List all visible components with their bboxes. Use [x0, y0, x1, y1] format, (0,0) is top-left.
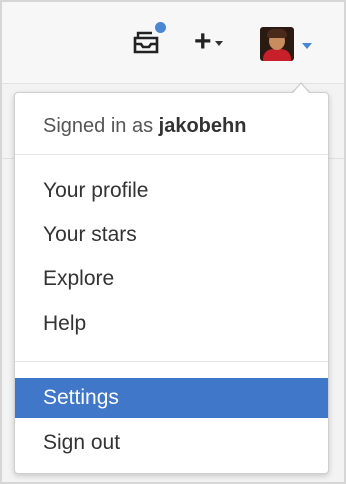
menu-item-your-stars[interactable]: Your stars	[15, 215, 328, 255]
menu-item-sign-out[interactable]: Sign out	[15, 423, 328, 463]
avatar	[260, 27, 294, 61]
app-frame: + Signed in as jakobehn Your profile You…	[2, 2, 344, 482]
plus-icon: +	[194, 25, 212, 58]
menu-item-your-profile[interactable]: Your profile	[15, 171, 328, 211]
dropdown-pointer-fill	[293, 84, 309, 93]
user-menu-button[interactable]	[260, 26, 322, 62]
notifications-button[interactable]	[133, 30, 159, 54]
menu-item-settings[interactable]: Settings	[15, 378, 328, 418]
menu-item-explore[interactable]: Explore	[15, 259, 328, 299]
inbox-icon	[133, 31, 159, 54]
divider	[15, 154, 328, 155]
username: jakobehn	[158, 115, 247, 137]
signed-in-label: Signed in as	[43, 115, 154, 137]
divider	[15, 361, 328, 362]
menu-item-help[interactable]: Help	[15, 304, 328, 344]
chevron-down-icon	[214, 41, 223, 46]
create-new-button[interactable]: +	[194, 25, 234, 58]
chevron-down-icon	[302, 43, 312, 49]
signed-in-header: Signed in as jakobehn	[43, 115, 246, 138]
user-dropdown-menu: Signed in as jakobehn Your profile Your …	[14, 92, 329, 474]
unread-notification-indicator	[153, 20, 168, 35]
